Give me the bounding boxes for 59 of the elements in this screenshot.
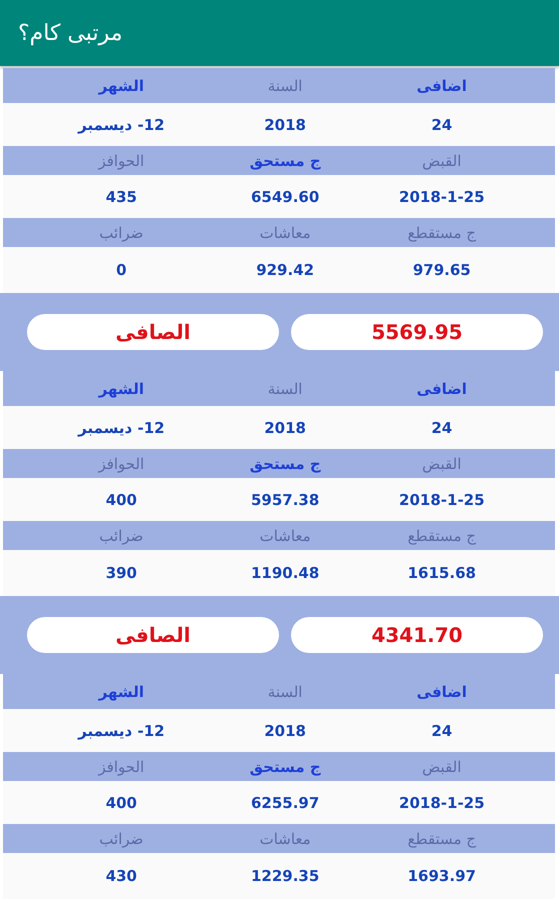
field-value: 390: [106, 564, 137, 582]
field-value: 2018: [264, 722, 306, 740]
field-label: اضافى: [416, 380, 467, 398]
field-label: ضرائب: [99, 526, 144, 544]
field-label: معاشات: [260, 526, 311, 544]
field-label: معاشات: [260, 830, 311, 848]
field-label: الشهر: [98, 380, 144, 398]
field-label: القبض: [422, 152, 462, 170]
field-value: 24: [431, 722, 452, 740]
field-value: 24: [431, 116, 452, 134]
field-value: 2018: [264, 418, 306, 436]
field-label: ج مستقطع: [408, 224, 476, 242]
field-label: الحوافز: [98, 758, 144, 776]
field-label: السنة: [268, 682, 302, 700]
field-label: ج مستقطع: [408, 526, 476, 544]
field-label: ج مستحق: [250, 758, 321, 776]
field-value: 979.65: [412, 261, 471, 279]
field-value: 2018: [264, 116, 306, 134]
net-value: 5569.95: [291, 314, 543, 350]
field-label: القبض: [422, 758, 462, 776]
field-value: 435: [106, 188, 137, 206]
field-label: الشهر: [98, 682, 144, 700]
field-value: 6549.60: [250, 188, 320, 206]
net-label: الصافى: [27, 617, 279, 653]
field-value: 2018-1-25: [399, 490, 485, 508]
field-label: الشهر: [98, 76, 144, 94]
field-value: 1190.48: [250, 564, 320, 582]
field-value: 0: [116, 261, 127, 279]
field-value: 12- ديسمبر: [78, 418, 165, 436]
field-value: 400: [106, 490, 137, 508]
field-value: 5957.38: [250, 490, 320, 508]
field-value: 1229.35: [250, 867, 320, 885]
field-value: 12- ديسمبر: [78, 722, 165, 740]
field-label: ج مستحق: [250, 152, 321, 170]
field-label: الحوافز: [98, 454, 144, 472]
field-label: السنة: [268, 76, 302, 94]
net-value: 4341.70: [291, 617, 543, 653]
field-value: 430: [106, 867, 137, 885]
field-label: القبض: [422, 454, 462, 472]
field-value: 6255.97: [250, 794, 320, 812]
field-label: معاشات: [260, 224, 311, 242]
field-label: اضافى: [416, 76, 467, 94]
field-value: 929.42: [256, 261, 314, 279]
field-value: 24: [431, 418, 452, 436]
field-label: ضرائب: [99, 224, 144, 242]
field-value: 1693.97: [408, 867, 476, 885]
field-value: 1615.68: [408, 564, 476, 582]
field-label: ضرائب: [99, 830, 144, 848]
field-value: 2018-1-25: [399, 794, 485, 812]
field-value: 12- ديسمبر: [78, 116, 165, 134]
app-title: مرتبى كام؟: [18, 20, 122, 46]
field-value: 2018-1-25: [399, 188, 485, 206]
field-label: ج مستحق: [250, 454, 321, 472]
net-label: الصافى: [27, 314, 279, 350]
field-label: السنة: [268, 380, 302, 398]
field-value: 400: [106, 794, 137, 812]
field-label: اضافى: [416, 682, 467, 700]
field-label: الحوافز: [98, 152, 144, 170]
field-label: ج مستقطع: [408, 830, 476, 848]
